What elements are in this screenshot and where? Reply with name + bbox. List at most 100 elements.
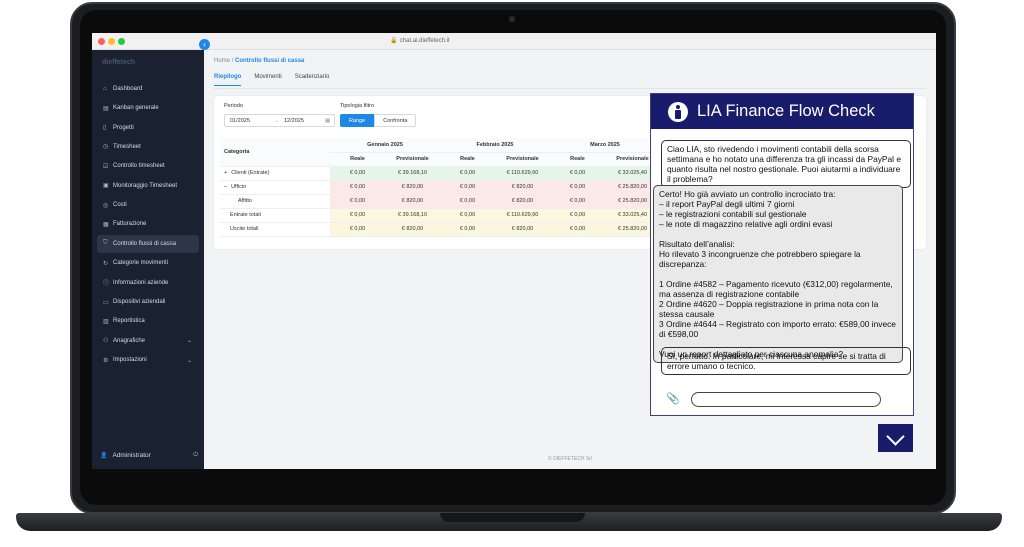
value-cell: € 0,00 (330, 208, 385, 223)
value-cell: € 0,00 (330, 166, 385, 181)
chat-input[interactable] (691, 392, 881, 407)
value-cell: € 820,00 (495, 222, 550, 237)
sidebar-item-label: Controllo timesheet (113, 163, 165, 170)
category-cell: – Ufficio (220, 180, 330, 195)
chevron-down-icon: ⌄ (186, 357, 192, 364)
sidebar-item-dashboard[interactable]: ⌂ Dashboard (97, 80, 199, 98)
category-label: Ufficio (231, 184, 247, 190)
tab-riepilogo[interactable]: Riepilogo (214, 74, 242, 86)
date-range-input[interactable]: 01/2025 → 12/2025 ▦ (224, 114, 335, 127)
breadcrumb-home[interactable]: Home (214, 58, 230, 64)
value-cell: € 820,00 (495, 194, 550, 209)
device-icon: ▭ (103, 299, 109, 306)
sidebar-item-costi[interactable]: ◎ Costi (97, 196, 199, 214)
value-cell: € 110.629,60 (495, 208, 550, 223)
chat-panel: LIA Finance Flow Check Ciao LIA, sto riv… (650, 93, 914, 416)
table-row: Entrate totali € 0,00 € 39.168,10 € 0,00 € 1… (220, 208, 660, 223)
sidebar-item-controllo-flussi-di-cassa[interactable]: ⛉ Controllo flussi di cassa (97, 235, 199, 253)
attachment-icon[interactable]: 📎 (666, 392, 680, 405)
logo: dieffetech (102, 59, 136, 66)
sidebar-item-anagrafiche[interactable]: ⚇ Anagrafiche ⌄ (97, 332, 199, 350)
table-row[interactable]: – Ufficio € 0,00 € 820,00 € 0,00 € 820,00 € 0,… (220, 180, 660, 195)
sidebar-item-label: Anagrafiche (113, 337, 146, 344)
period-label: Periodo (224, 103, 243, 109)
logout-icon[interactable]: ⏻ (193, 452, 198, 459)
chat-title: LIA Finance Flow Check (697, 102, 875, 120)
calendar-icon: ▦ (325, 118, 331, 124)
range-button[interactable]: Range (340, 114, 375, 127)
category-cell: Affitto (220, 194, 330, 209)
filter-type-label: Tipologia filtro (340, 103, 375, 109)
category-cell: Uscite totali (220, 222, 330, 237)
sidebar-item-progetti[interactable]: ▯ Progetti (97, 119, 199, 137)
sidebar-item-label: Controllo flussi di cassa (113, 240, 177, 247)
minimize-window-button[interactable] (108, 38, 115, 45)
registry-icon: ⚇ (103, 338, 109, 345)
value-cell: € 0,00 (550, 208, 605, 223)
tabs: Riepilogo Movimenti Scadenziario (214, 74, 342, 86)
url-text: chat.ai.dieffetech.it (399, 38, 450, 44)
sidebar-item-kanban-generale[interactable]: ▤ Kanban generale (97, 99, 199, 117)
collapse-icon[interactable]: – (224, 184, 227, 190)
sidebar-item-label: Fatturazione (113, 221, 147, 228)
close-window-button[interactable] (98, 38, 105, 45)
maximize-window-button[interactable] (118, 38, 125, 45)
value-cell: € 0,00 (550, 222, 605, 237)
collapse-sidebar-button[interactable]: ‹ (199, 39, 210, 50)
compare-button[interactable]: Confronta (374, 114, 417, 127)
cash-flow-table: Categoria Gennaio 2025 Febbraio 2025 Mar… (220, 138, 660, 237)
breadcrumb-separator: / (231, 58, 234, 64)
column-header: Reale (550, 152, 605, 167)
value-cell: € 0,00 (440, 166, 495, 181)
sidebar-item-reportistica[interactable]: ▥ Reportistica (97, 313, 199, 331)
category-label: Entrate totali (230, 212, 261, 218)
breadcrumb: Home / Controllo flussi di cassa (214, 58, 304, 64)
arrow-right-icon: → (274, 118, 280, 124)
sidebar-item-dispositivi-aziendali[interactable]: ▭ Dispositivi aziendali (97, 293, 199, 311)
cost-icon: ◎ (103, 202, 109, 209)
report-icon: ▥ (103, 318, 109, 325)
lock-icon: 🔒 (390, 38, 398, 44)
sidebar-item-label: Dispositivi aziendali (113, 299, 166, 306)
address-bar[interactable]: 🔒 chat.ai.dieffetech.it (360, 36, 480, 47)
sidebar-item-monitoraggio-timesheet[interactable]: ▣ Monitoraggio Timesheet (97, 177, 199, 195)
sidebar-item-label: Kanban generale (113, 105, 159, 112)
expand-icon[interactable]: + (224, 170, 227, 176)
tab-movimenti[interactable]: Movimenti (254, 74, 281, 86)
chevron-down-icon (886, 427, 905, 446)
tab-scadenziario[interactable]: Scadenziario (295, 74, 330, 86)
clock-icon: ◷ (103, 144, 109, 151)
sidebar-item-fatturazione[interactable]: ▦ Fatturazione (97, 216, 199, 234)
sidebar-item-label: Impostazioni (113, 357, 147, 364)
breadcrumb-current: Controllo flussi di cassa (235, 58, 305, 64)
sidebar-item-informazioni-aziende[interactable]: ⓘ Informazioni aziende (97, 274, 199, 292)
value-cell: € 0,00 (440, 208, 495, 223)
sidebar-item-timesheet[interactable]: ◷ Timesheet (97, 138, 199, 156)
filter-type-toggle: Range Confronta (340, 114, 417, 127)
assistant-message: Certo! Ho già avviato un controllo incro… (653, 185, 903, 363)
value-cell: € 0,00 (330, 194, 385, 209)
sidebar-item-label: Timesheet (113, 143, 141, 150)
kanban-icon: ▤ (103, 105, 109, 112)
chat-collapse-button[interactable] (878, 424, 913, 452)
sidebar: dieffetech ⌂ Dashboard ▤ Kanban generale ▯ Pr… (92, 50, 204, 469)
chevron-down-icon: ⌄ (186, 338, 192, 345)
bookmark-icon: ▯ (103, 125, 107, 132)
category-label: Uscite totali (230, 226, 259, 232)
sidebar-item-impostazioni[interactable]: ⚙ Impostazioni ⌄ (97, 351, 199, 369)
value-cell: € 39.168,10 (385, 208, 440, 223)
date-from: 01/2025 (230, 118, 250, 124)
table-row[interactable]: + Clienti (Entrate) € 0,00 € 39.168,10 € 0,0… (220, 166, 660, 181)
user-menu[interactable]: 👤 Administrator ⏻ (100, 452, 198, 459)
date-to: 12/2025 (284, 118, 304, 124)
column-header: Previsionale (385, 152, 440, 167)
value-cell: € 0,00 (550, 194, 605, 209)
sidebar-item-controllo-timesheet[interactable]: ☑ Controllo timesheet (97, 158, 199, 176)
month-header: Marzo 2025 (550, 138, 660, 153)
invoice-icon: ▦ (103, 221, 109, 228)
value-cell: € 110.629,60 (495, 166, 550, 181)
sidebar-item-categorie-movimenti[interactable]: ↻ Categorie movimenti (97, 255, 199, 273)
shield-icon: ⛉ (103, 240, 108, 247)
value-cell: € 0,00 (330, 222, 385, 237)
assistant-avatar-icon (668, 101, 688, 122)
